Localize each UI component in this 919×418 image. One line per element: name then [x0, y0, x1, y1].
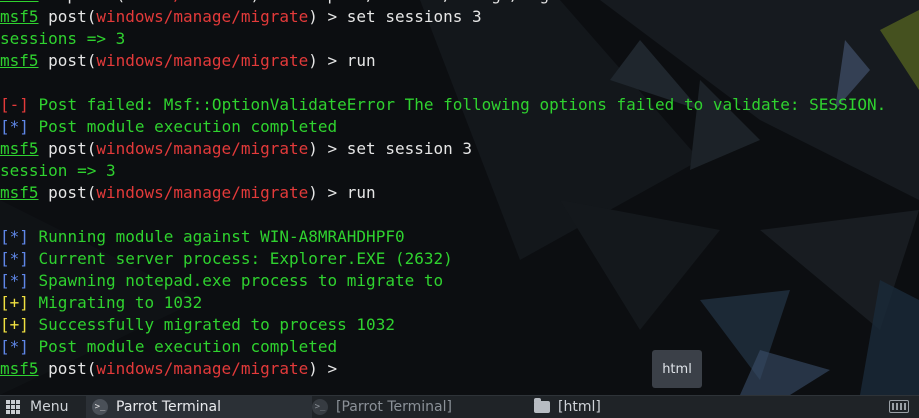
terminal-text: Post module execution completed [28, 117, 338, 136]
terminal-text: [*] [0, 249, 29, 268]
terminal-line: [*] Spawning notepad.exe process to migr… [0, 270, 919, 292]
terminal-line: [*] Current server process: Explorer.EXE… [0, 248, 919, 270]
terminal-line: msf5 post(windows/manage/migrate) > set … [0, 138, 919, 160]
taskbar-item-parrot-terminal[interactable]: >_ Parrot Terminal [86, 396, 312, 418]
tooltip: html [652, 350, 702, 388]
terminal-line: [+] Successfully migrated to process 103… [0, 314, 919, 336]
terminal-line: sessions => 3 [0, 28, 919, 50]
terminal-text: [-] [0, 95, 29, 114]
terminal-line: [*] Post module execution completed [0, 336, 919, 358]
terminal-line: [-] Post failed: Msf::OptionValidateErro… [0, 94, 919, 116]
app-grid-icon [6, 400, 20, 414]
terminal-text: sessions => 3 [0, 29, 126, 48]
terminal-text: Current server process: Explorer.EXE (26… [28, 249, 453, 268]
terminal-text: ) > set session 3 [308, 139, 473, 158]
terminal-text: [*] [0, 337, 29, 356]
terminal-text: windows/manage/migrate [96, 359, 309, 378]
terminal-text: Spawning notepad.exe process to migrate … [28, 271, 444, 290]
terminal-text: post( [38, 7, 97, 26]
terminal-text: [*] [0, 271, 29, 290]
terminal-output[interactable]: msf5 exploit(multi/handler) > use post/w… [0, 0, 919, 395]
terminal-text: multi/handler [125, 0, 250, 4]
terminal-text: post( [38, 359, 97, 378]
terminal-text: session => 3 [0, 161, 116, 180]
terminal-line: msf5 post(windows/manage/migrate) > [0, 358, 919, 380]
prompt-label: msf5 [0, 183, 39, 202]
terminal-text: ) > set sessions 3 [308, 7, 482, 26]
terminal-line: [*] Post module execution completed [0, 116, 919, 138]
tooltip-text: html [662, 361, 692, 377]
terminal-text: post( [38, 183, 97, 202]
terminal-text: [*] [0, 227, 29, 246]
terminal-text: Post failed: Msf::OptionValidateError Th… [28, 95, 887, 114]
menu-button[interactable]: Menu [6, 396, 68, 418]
terminal-text: [+] [0, 315, 29, 334]
prompt-label: msf5 [0, 139, 39, 158]
taskbar-item-label: [Parrot Terminal] [336, 399, 452, 415]
taskbar: Menu >_ Parrot Terminal >_ [Parrot Termi… [0, 395, 919, 418]
terminal-text: ) > run [308, 51, 376, 70]
terminal-text: post( [38, 139, 97, 158]
menu-label: Menu [30, 399, 69, 415]
taskbar-item-html-folder[interactable]: [html] [528, 396, 754, 418]
terminal-text: Successfully migrated to process 1032 [28, 315, 395, 334]
terminal-text: exploit( [39, 0, 125, 4]
prompt-label: msf5 [0, 359, 39, 378]
terminal-text: post( [38, 51, 97, 70]
terminal-text: Running module against WIN-A8MRAHDHPF0 [28, 227, 405, 246]
folder-icon [534, 398, 550, 413]
terminal-text: ) > use post/windows/manage/migrate [250, 0, 587, 4]
terminal-line: msf5 post(windows/manage/migrate) > run [0, 182, 919, 204]
taskbar-item-parrot-terminal-minimized[interactable]: >_ [Parrot Terminal] [306, 396, 534, 418]
terminal-text: windows/manage/migrate [96, 7, 309, 26]
terminal-line: session => 3 [0, 160, 919, 182]
terminal-text: Migrating to 1032 [28, 293, 203, 312]
terminal-line: msf5 post(windows/manage/migrate) > set … [0, 6, 919, 28]
prompt-label: msf5 [0, 0, 39, 4]
taskbar-item-label: [html] [558, 399, 601, 415]
terminal-text: [+] [0, 293, 29, 312]
taskbar-item-label: Parrot Terminal [116, 399, 222, 415]
terminal-text: ) > run [308, 183, 376, 202]
terminal-text: windows/manage/migrate [96, 51, 309, 70]
terminal-text: windows/manage/migrate [96, 183, 309, 202]
terminal-text: ) > [308, 359, 347, 378]
prompt-label: msf5 [0, 51, 39, 70]
terminal-text: Post module execution completed [28, 337, 338, 356]
keyboard-icon[interactable] [889, 400, 909, 413]
terminal-icon: >_ [92, 399, 108, 415]
terminal-line: msf5 post(windows/manage/migrate) > run [0, 50, 919, 72]
terminal-line: [*] Running module against WIN-A8MRAHDHP… [0, 226, 919, 248]
prompt-label: msf5 [0, 7, 39, 26]
terminal-line: [+] Migrating to 1032 [0, 292, 919, 314]
terminal-text: [*] [0, 117, 29, 136]
terminal-icon: >_ [312, 399, 328, 415]
terminal-text: windows/manage/migrate [96, 139, 309, 158]
